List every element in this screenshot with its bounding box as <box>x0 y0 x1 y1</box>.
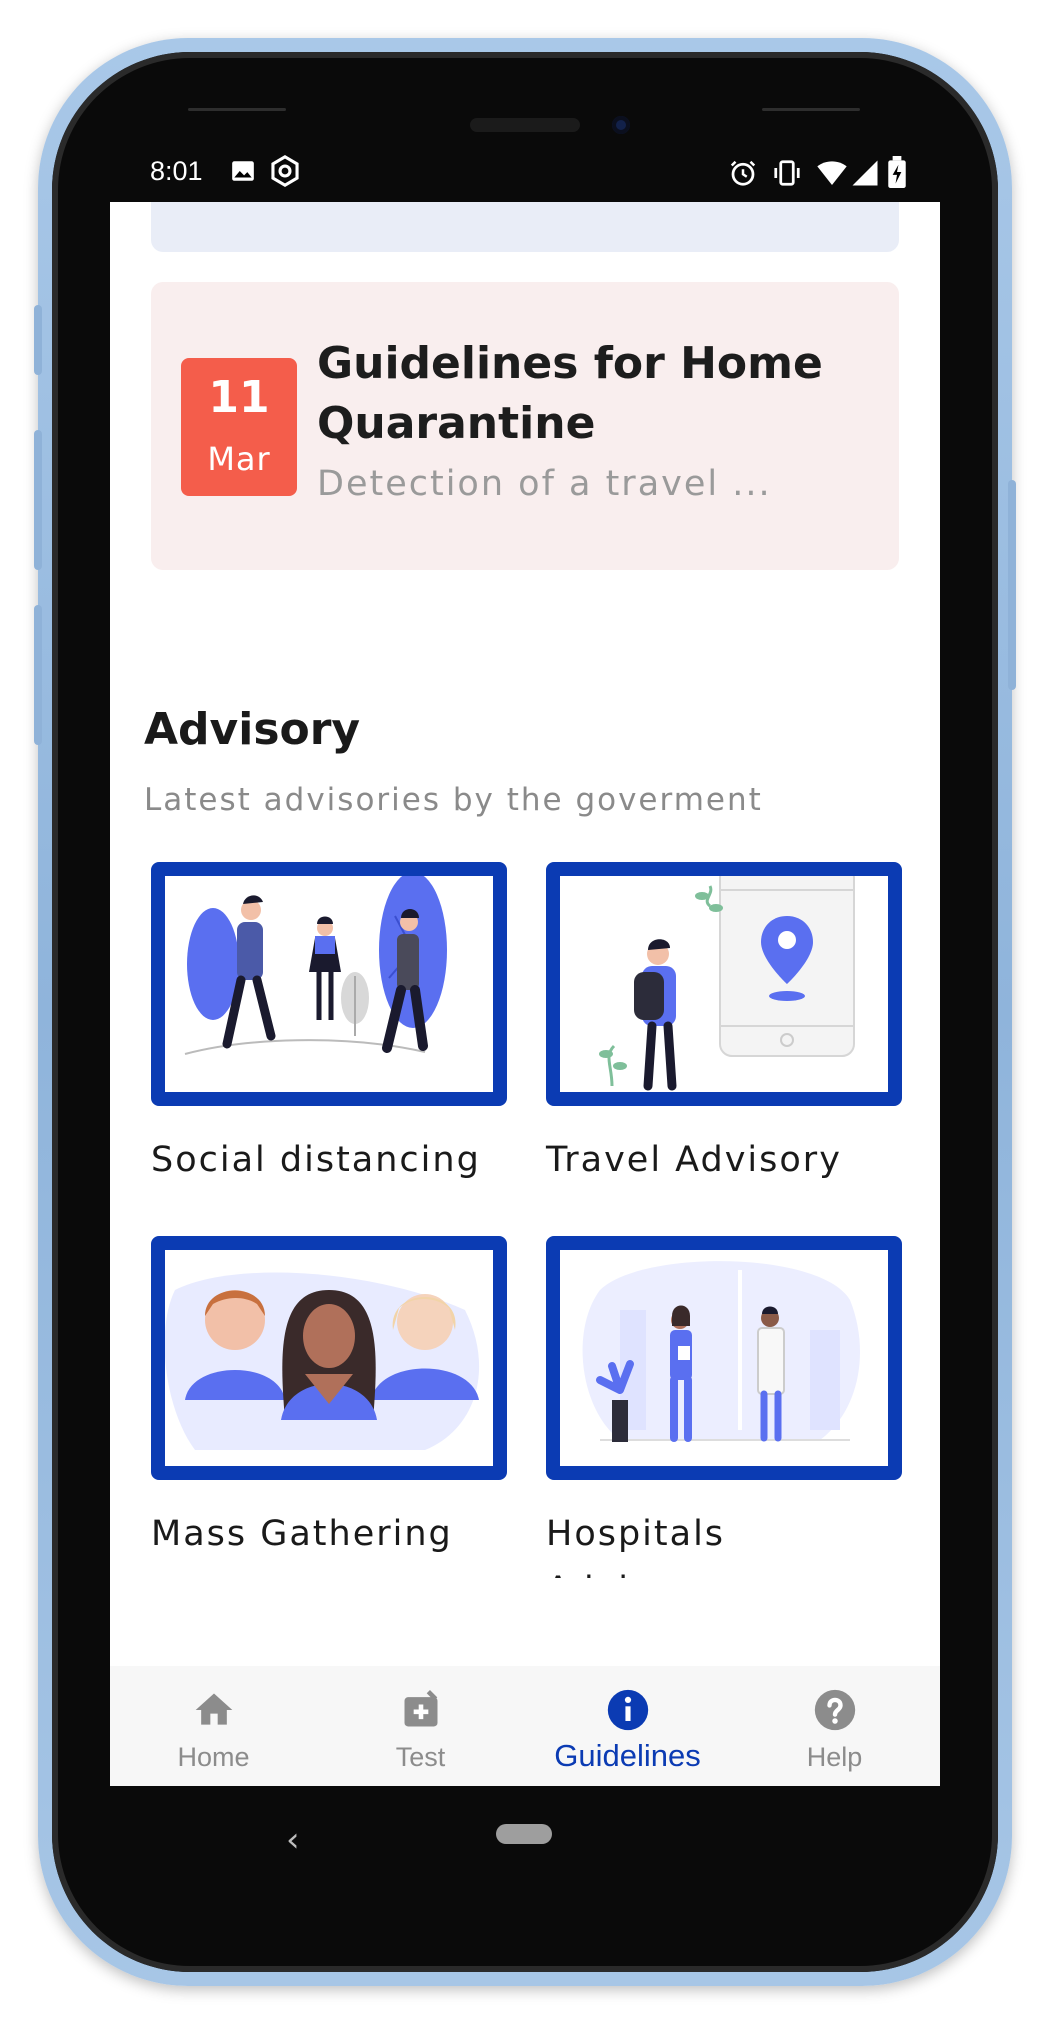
advisory-tile-mass-gathering[interactable]: Mass Gathering <box>151 1236 507 1562</box>
tile-label: Travel Advisory <box>546 1140 842 1180</box>
status-time: 8:01 <box>150 156 203 186</box>
date-day: 11 <box>208 372 270 423</box>
advisory-tile-hospitals-advisory[interactable]: Hospitals Advisory <box>546 1236 902 1578</box>
guideline-title: Guidelines for Home Quarantine <box>317 338 823 449</box>
hexagon-settings-icon <box>268 154 302 193</box>
previous-card[interactable] <box>151 202 899 252</box>
image-icon <box>230 158 256 189</box>
tile-label: Social distancing <box>151 1140 481 1180</box>
status-bar: 8:01 <box>110 148 940 202</box>
signal-icon <box>850 158 880 193</box>
nav-guidelines[interactable]: Guidelines <box>524 1666 731 1786</box>
android-home-button[interactable] <box>496 1824 552 1844</box>
app-screen: 11 Mar Guidelines for Home Quarantine De… <box>110 202 940 1786</box>
phone-speaker <box>470 118 580 132</box>
test-kit-icon <box>399 1688 443 1732</box>
advisory-title: Advisory <box>144 704 361 755</box>
guideline-subtitle: Detection of a travel ... <box>317 464 772 504</box>
phone-notch-line-left <box>188 108 286 111</box>
bottom-navigation: Home Test Guidelines Help <box>110 1666 940 1786</box>
nav-help[interactable]: Help <box>731 1666 938 1786</box>
hospitals-advisory-illustration <box>546 1236 902 1480</box>
nav-label: Home <box>177 1742 250 1772</box>
tile-label: Hospitals Advisory <box>546 1514 726 1578</box>
android-back-button[interactable]: ‹ <box>286 1820 300 1860</box>
phone-side-button <box>34 305 42 375</box>
date-badge: 11 Mar <box>181 358 297 496</box>
date-month: Mar <box>207 440 271 478</box>
alarm-icon <box>728 158 758 193</box>
phone-volume-down-button <box>34 605 42 745</box>
phone-notch-line-right <box>762 108 860 111</box>
advisory-subtitle: Latest advisories by the goverment <box>144 782 763 818</box>
nav-label: Guidelines <box>554 1738 701 1773</box>
nav-test[interactable]: Test <box>317 1666 524 1786</box>
advisory-tile-travel-advisory[interactable]: Travel Advisory <box>546 862 902 1188</box>
nav-label: Help <box>806 1742 863 1772</box>
battery-icon <box>886 156 908 193</box>
mass-gathering-illustration <box>151 1236 507 1480</box>
phone-camera <box>612 116 630 134</box>
home-icon <box>192 1688 236 1732</box>
phone-volume-up-button <box>34 430 42 570</box>
info-icon <box>606 1688 650 1732</box>
tile-label: Mass Gathering <box>151 1514 453 1554</box>
help-icon <box>813 1688 857 1732</box>
travel-advisory-illustration <box>546 862 902 1106</box>
nav-label: Test <box>395 1742 446 1772</box>
social-distancing-illustration <box>151 862 507 1106</box>
advisory-tile-social-distancing[interactable]: Social distancing <box>151 862 507 1188</box>
nav-home[interactable]: Home <box>110 1666 317 1786</box>
wifi-icon <box>816 158 848 193</box>
guideline-card[interactable]: 11 Mar Guidelines for Home Quarantine De… <box>151 282 899 570</box>
vibrate-icon <box>772 158 802 193</box>
phone-power-button <box>1008 480 1016 690</box>
